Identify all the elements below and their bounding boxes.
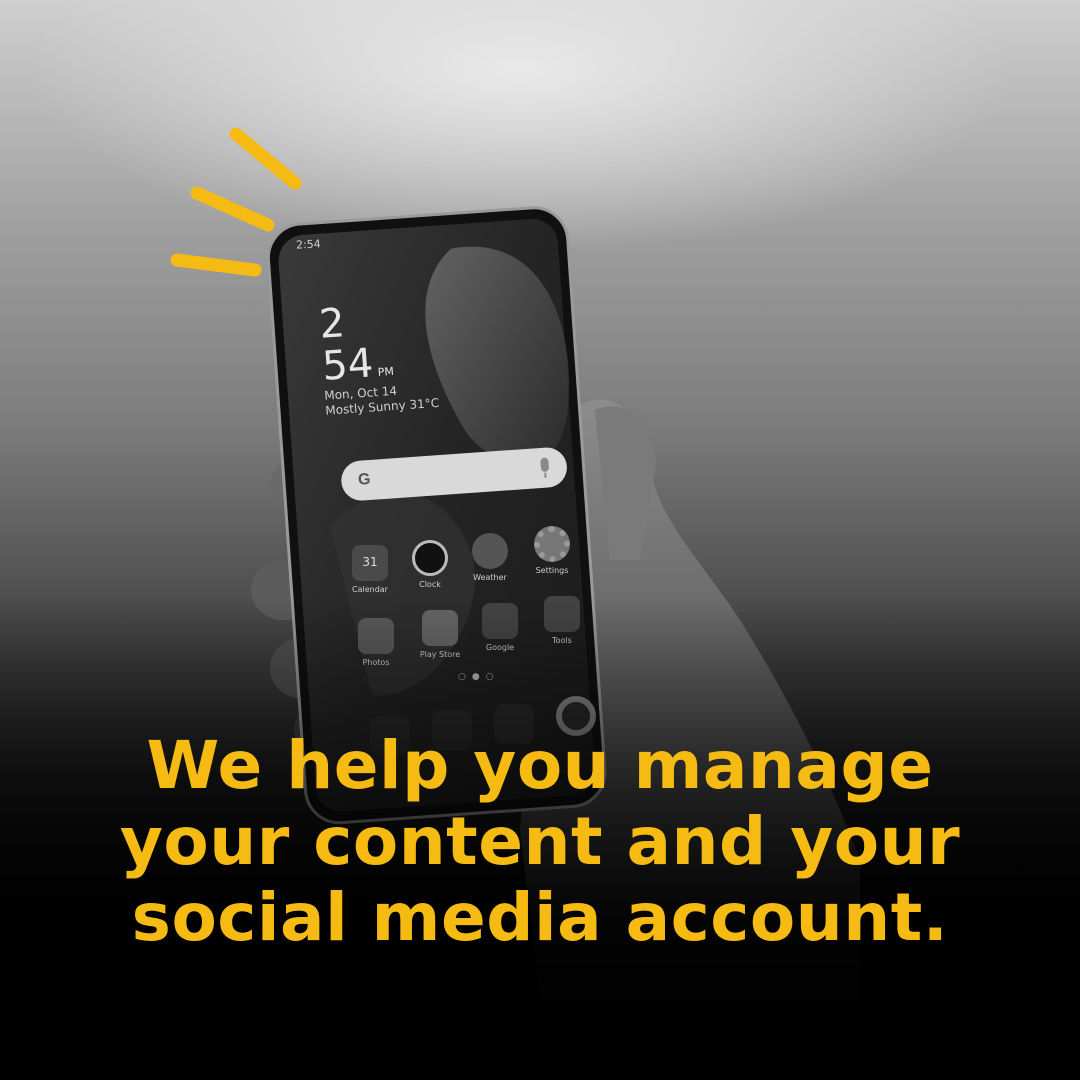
- burst-line-middle: [190, 186, 275, 232]
- headline-line-2: your content and your: [119, 803, 961, 880]
- burst-line-bottom: [170, 253, 262, 277]
- headline-line-3: social media account.: [131, 879, 949, 956]
- headline-line-1: We help you manage: [146, 727, 934, 804]
- headline: We help you manage your content and your…: [40, 728, 1040, 956]
- burst-line-top: [229, 127, 302, 190]
- post-canvas: 2:54 2 54 PM Mon, Oct 14 Mostly Sunny 31°…: [0, 0, 1080, 1080]
